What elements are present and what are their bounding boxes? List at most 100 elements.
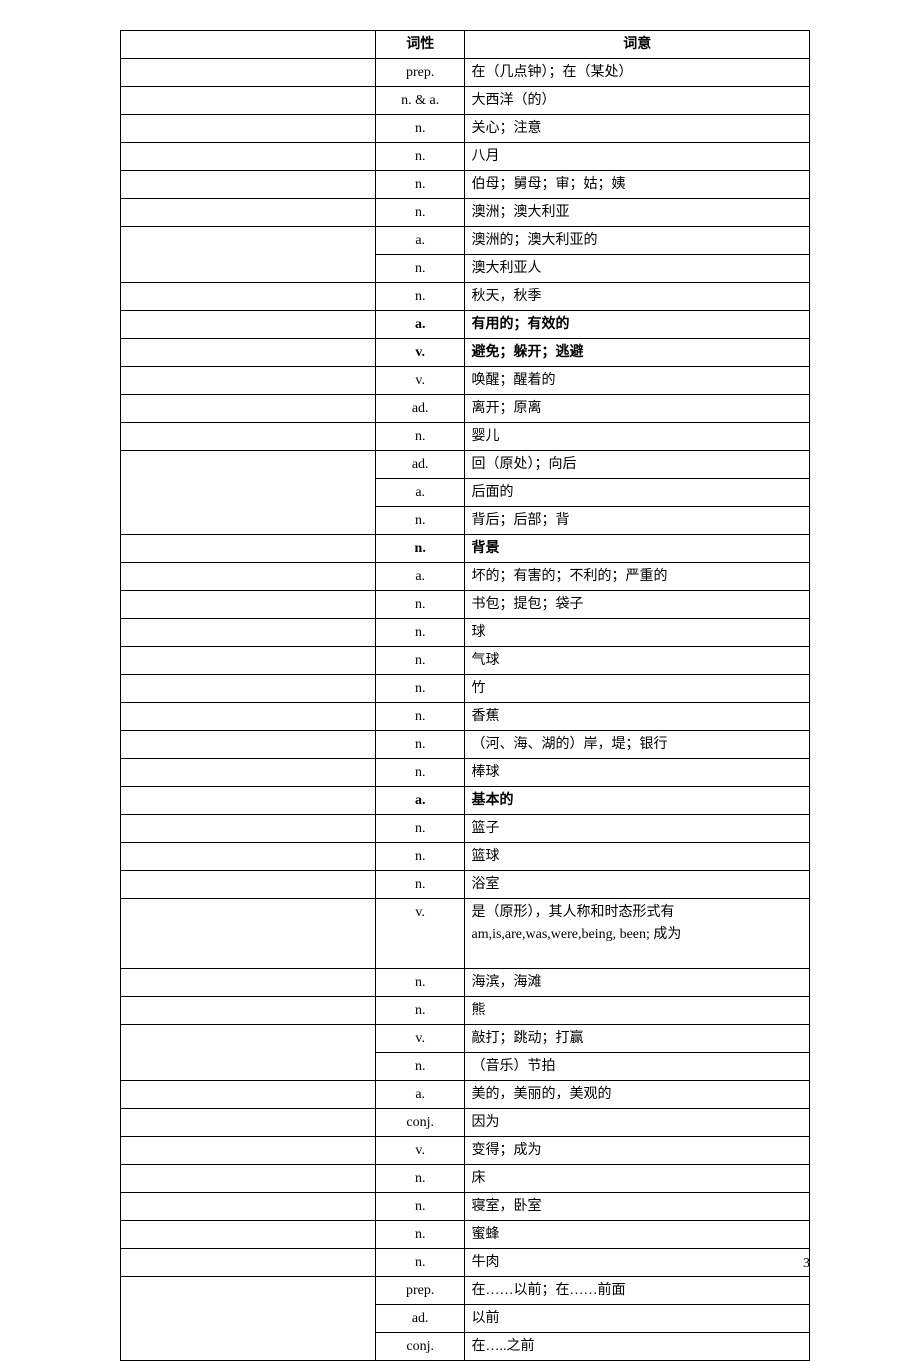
cell-word xyxy=(121,535,376,563)
cell-word xyxy=(121,227,376,255)
table-row: n.关心；注意 xyxy=(121,115,810,143)
cell-pos: a. xyxy=(375,227,465,255)
cell-pos: n. xyxy=(375,591,465,619)
cell-word xyxy=(121,1137,376,1165)
cell-pos: ad. xyxy=(375,451,465,479)
cell-meaning: （河、海、湖的）岸，堤；银行 xyxy=(465,731,810,759)
cell-pos: ad. xyxy=(375,1305,465,1333)
cell-word xyxy=(121,619,376,647)
cell-meaning: 秋天，秋季 xyxy=(465,283,810,311)
table-row: n.熊 xyxy=(121,997,810,1025)
cell-meaning: 蜜蜂 xyxy=(465,1221,810,1249)
cell-meaning: 八月 xyxy=(465,143,810,171)
cell-meaning: 海滨，海滩 xyxy=(465,969,810,997)
cell-word xyxy=(121,1081,376,1109)
cell-pos: v. xyxy=(375,1137,465,1165)
cell-word xyxy=(121,871,376,899)
cell-meaning: 变得；成为 xyxy=(465,1137,810,1165)
cell-word xyxy=(121,899,376,969)
cell-pos: n. xyxy=(375,969,465,997)
cell-meaning: 篮球 xyxy=(465,843,810,871)
cell-word xyxy=(121,339,376,367)
table-row: n.（音乐）节拍 xyxy=(121,1053,810,1081)
table-row: n.竹 xyxy=(121,675,810,703)
cell-meaning: 香蕉 xyxy=(465,703,810,731)
cell-pos: n. xyxy=(375,255,465,283)
header-pos: 词性 xyxy=(375,31,465,59)
cell-pos: n. xyxy=(375,843,465,871)
table-row: prep.在（几点钟）；在（某处） xyxy=(121,59,810,87)
cell-word xyxy=(121,787,376,815)
table-row: a.后面的 xyxy=(121,479,810,507)
table-header-row: 词性 词意 xyxy=(121,31,810,59)
table-row: a.澳洲的；澳大利亚的 xyxy=(121,227,810,255)
cell-meaning: 篮子 xyxy=(465,815,810,843)
table-row: n.书包；提包；袋子 xyxy=(121,591,810,619)
table-row: n.伯母；舅母；审；姑；姨 xyxy=(121,171,810,199)
cell-meaning: 关心；注意 xyxy=(465,115,810,143)
cell-pos: a. xyxy=(375,563,465,591)
table-row: ad.离开；原离 xyxy=(121,395,810,423)
table-row: ad.以前 xyxy=(121,1305,810,1333)
cell-pos: n. xyxy=(375,619,465,647)
cell-pos: n. xyxy=(375,535,465,563)
cell-pos: v. xyxy=(375,1025,465,1053)
table-row: conj.在…..之前 xyxy=(121,1333,810,1361)
cell-meaning: 床 xyxy=(465,1165,810,1193)
cell-meaning: 以前 xyxy=(465,1305,810,1333)
cell-pos: a. xyxy=(375,787,465,815)
cell-meaning: 气球 xyxy=(465,647,810,675)
header-word xyxy=(121,31,376,59)
cell-pos: n. xyxy=(375,199,465,227)
table-row: n.海滨，海滩 xyxy=(121,969,810,997)
cell-meaning: 背后；后部；背 xyxy=(465,507,810,535)
table-row: n.背景 xyxy=(121,535,810,563)
cell-meaning: 离开；原离 xyxy=(465,395,810,423)
cell-pos: n. & a. xyxy=(375,87,465,115)
table-row: n.婴儿 xyxy=(121,423,810,451)
cell-word xyxy=(121,815,376,843)
table-row: ad.回（原处）；向后 xyxy=(121,451,810,479)
cell-pos: ad. xyxy=(375,395,465,423)
cell-word xyxy=(121,1053,376,1081)
cell-word xyxy=(121,171,376,199)
table-row: n.八月 xyxy=(121,143,810,171)
cell-word xyxy=(121,703,376,731)
cell-word xyxy=(121,563,376,591)
cell-word xyxy=(121,1277,376,1305)
cell-meaning: 坏的；有害的；不利的；严重的 xyxy=(465,563,810,591)
cell-word xyxy=(121,1333,376,1361)
cell-word xyxy=(121,199,376,227)
table-row: n.气球 xyxy=(121,647,810,675)
table-row: n.香蕉 xyxy=(121,703,810,731)
cell-word xyxy=(121,451,376,479)
cell-meaning: 回（原处）；向后 xyxy=(465,451,810,479)
cell-word xyxy=(121,1221,376,1249)
cell-pos: prep. xyxy=(375,1277,465,1305)
cell-pos: n. xyxy=(375,1193,465,1221)
cell-meaning: 基本的 xyxy=(465,787,810,815)
cell-pos: n. xyxy=(375,283,465,311)
table-row: n.蜜蜂 xyxy=(121,1221,810,1249)
cell-word xyxy=(121,591,376,619)
cell-pos: n. xyxy=(375,647,465,675)
table-row: n.篮子 xyxy=(121,815,810,843)
cell-word xyxy=(121,1025,376,1053)
cell-meaning: 在……以前；在……前面 xyxy=(465,1277,810,1305)
cell-word xyxy=(121,115,376,143)
cell-word xyxy=(121,647,376,675)
table-row: a.有用的；有效的 xyxy=(121,311,810,339)
cell-pos: n. xyxy=(375,703,465,731)
cell-word xyxy=(121,255,376,283)
cell-word xyxy=(121,311,376,339)
cell-pos: n. xyxy=(375,1249,465,1277)
cell-pos: n. xyxy=(375,507,465,535)
cell-meaning: 是（原形），其人称和时态形式有am,is,are,was,were,being,… xyxy=(465,899,810,969)
cell-word xyxy=(121,1249,376,1277)
cell-meaning: 球 xyxy=(465,619,810,647)
table-row: n. & a.大西洋（的） xyxy=(121,87,810,115)
cell-meaning: 后面的 xyxy=(465,479,810,507)
cell-pos: n. xyxy=(375,1221,465,1249)
cell-meaning: 澳洲的；澳大利亚的 xyxy=(465,227,810,255)
cell-meaning: 敲打；跳动；打赢 xyxy=(465,1025,810,1053)
